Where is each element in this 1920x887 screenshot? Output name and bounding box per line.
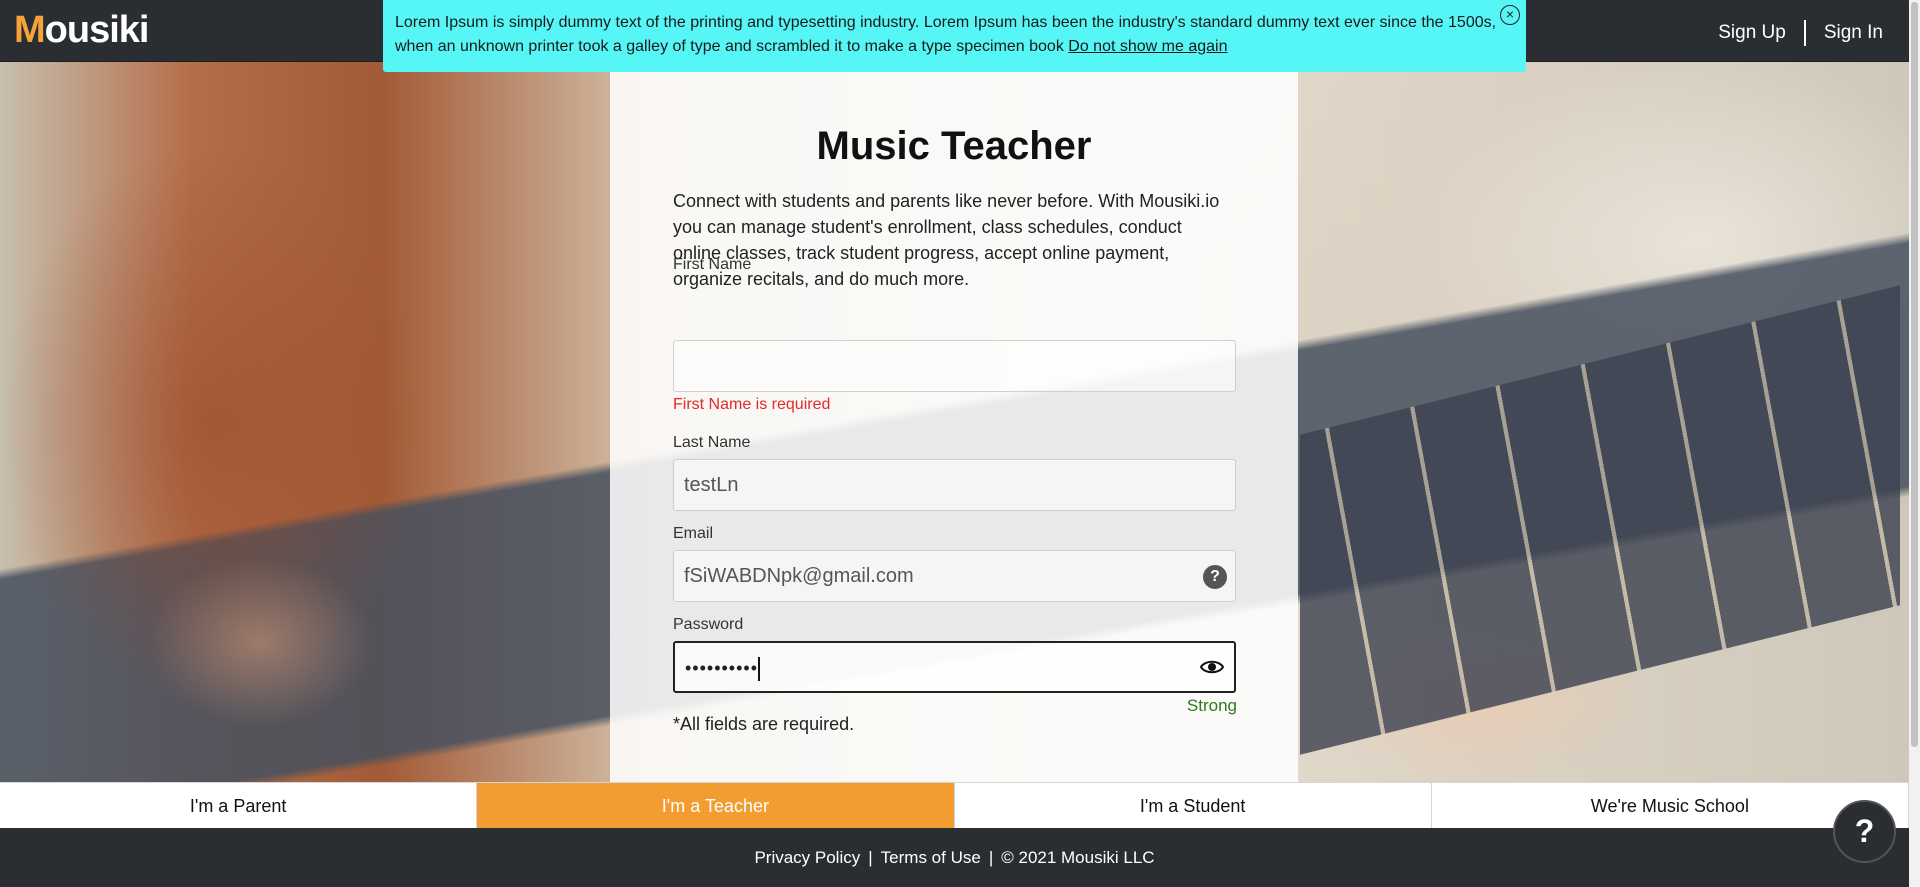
password-value: •••••••••• — [685, 658, 759, 678]
sign-up-link[interactable]: Sign Up — [1718, 22, 1786, 44]
auth-links: Sign Up Sign In — [1718, 20, 1883, 46]
last-name-value: testLn — [684, 474, 739, 496]
email-input[interactable]: fSiWABDNpk@gmail.com ? — [673, 550, 1236, 602]
last-name-label: Last Name — [673, 434, 751, 451]
footer-separator: | — [988, 847, 994, 867]
do-not-show-again-link[interactable]: Do not show me again — [1068, 38, 1227, 55]
last-name-input[interactable]: testLn — [673, 459, 1236, 511]
notification-banner: Lorem Ipsum is simply dummy text of the … — [383, 0, 1526, 72]
help-chat-button[interactable]: ? — [1833, 800, 1896, 863]
tab-parent[interactable]: I'm a Parent — [0, 783, 478, 828]
password-strength: Strong — [1186, 696, 1237, 715]
password-label: Password — [673, 616, 744, 633]
tab-teacher[interactable]: I'm a Teacher — [477, 783, 955, 828]
scrollbar-thumb[interactable] — [1911, 2, 1918, 747]
footer-separator: | — [868, 847, 873, 867]
footer: Privacy Policy | Terms of Use | © 2021 M… — [0, 828, 1909, 887]
close-icon[interactable]: × — [1500, 5, 1520, 25]
terms-of-use-link[interactable]: Terms of Use — [881, 848, 981, 868]
sign-in-link[interactable]: Sign In — [1824, 22, 1883, 44]
tab-student[interactable]: I'm a Student — [955, 783, 1432, 828]
role-tabs: I'm a Parent I'm a Teacher I'm a Student… — [0, 782, 1909, 828]
banner-text: Lorem Ipsum is simply dummy text of the … — [395, 14, 1497, 55]
privacy-policy-link[interactable]: Privacy Policy — [754, 848, 860, 868]
copyright-text: © 2021 Mousiki LLC — [1001, 847, 1155, 867]
intro-text: Connect with students and parents like n… — [673, 191, 1220, 289]
email-label: Email — [673, 525, 714, 542]
mousiki-logo[interactable]: Mousiki — [14, 10, 149, 50]
auth-divider — [1803, 20, 1806, 46]
required-note: *All fields are required. — [673, 714, 855, 734]
text-caret — [758, 656, 760, 681]
signup-form-card: Music Teacher Connect with students and … — [610, 72, 1298, 782]
eye-icon[interactable] — [1200, 658, 1224, 676]
email-value: fSiWABDNpk@gmail.com — [684, 565, 914, 587]
password-input[interactable]: •••••••••• — [673, 641, 1236, 693]
first-name-error: First Name is required — [673, 396, 831, 413]
page-scrollbar[interactable] — [1909, 0, 1920, 887]
first-name-input[interactable] — [673, 340, 1236, 392]
page-title: Music Teacher — [816, 124, 1092, 168]
first-name-label: First Name — [673, 256, 752, 273]
help-icon[interactable]: ? — [1203, 565, 1227, 589]
